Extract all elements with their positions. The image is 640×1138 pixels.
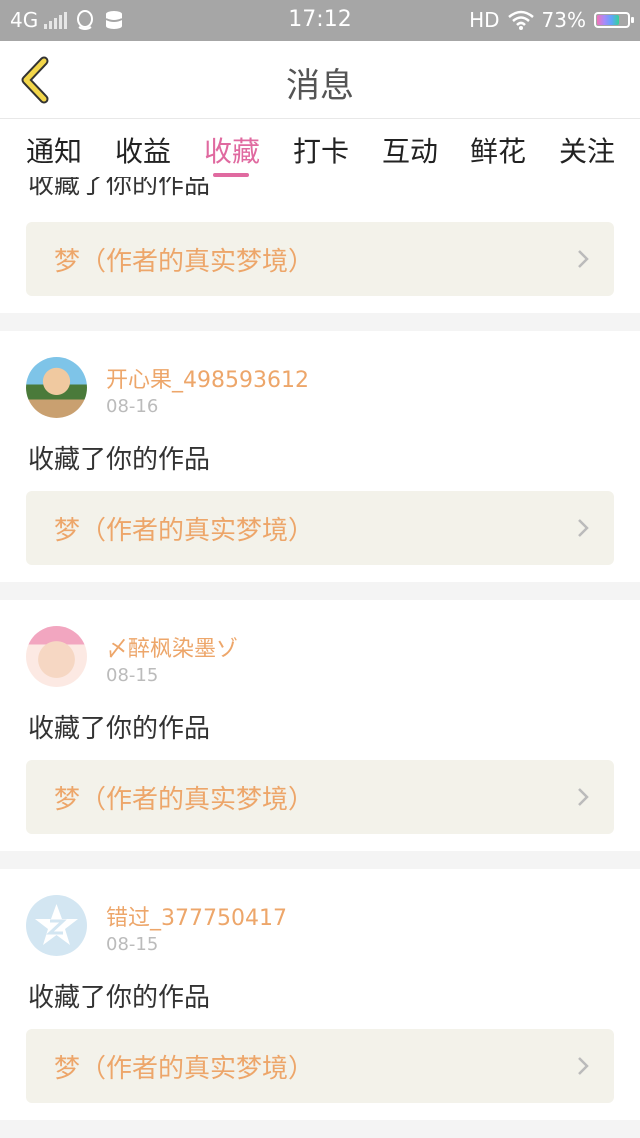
tab-bar: 通知 收益 收藏 打卡 互动 鲜花 关注 bbox=[0, 119, 640, 177]
card-message: 收藏了你的作品 bbox=[28, 983, 211, 1013]
message-card: 〆醉枫染墨ゾ 08-15 收藏了你的作品 梦（作者的真实梦境） bbox=[0, 600, 640, 851]
card-message: 收藏了你的作品 bbox=[28, 177, 211, 200]
user-avatar[interactable] bbox=[26, 357, 87, 418]
tab-flowers[interactable]: 鲜花 bbox=[470, 130, 526, 170]
tab-interactions[interactable]: 互动 bbox=[382, 130, 438, 170]
user-avatar[interactable] bbox=[26, 626, 87, 687]
work-title: 梦（作者的真实梦境） bbox=[54, 785, 315, 815]
battery-percent: 73% bbox=[541, 8, 586, 32]
chevron-right-icon bbox=[578, 1057, 589, 1075]
tab-earnings[interactable]: 收益 bbox=[115, 130, 171, 170]
wifi-icon bbox=[507, 10, 534, 30]
tab-following[interactable]: 关注 bbox=[559, 130, 615, 170]
timestamp: 08-16 bbox=[106, 396, 159, 417]
tab-favorites[interactable]: 收藏 bbox=[204, 130, 260, 170]
user-avatar[interactable] bbox=[26, 895, 87, 956]
default-avatar-star-icon bbox=[35, 904, 78, 945]
work-link[interactable]: 梦（作者的真实梦境） bbox=[26, 1029, 614, 1103]
username[interactable]: 错过_377750417 bbox=[106, 900, 287, 932]
tab-notifications[interactable]: 通知 bbox=[26, 130, 82, 170]
message-card: 开心果_498593612 08-16 收藏了你的作品 梦（作者的真实梦境） bbox=[0, 331, 640, 582]
work-title: 梦（作者的真实梦境） bbox=[54, 516, 315, 546]
status-bar: 4G 17:12 HD 73% bbox=[0, 0, 640, 41]
page-title: 消息 bbox=[286, 66, 354, 106]
status-right: HD 73% bbox=[469, 8, 634, 32]
message-card: 错过_377750417 08-15 收藏了你的作品 梦（作者的真实梦境） bbox=[0, 869, 640, 1120]
chevron-right-icon bbox=[578, 788, 589, 806]
work-title: 梦（作者的真实梦境） bbox=[54, 1054, 315, 1084]
tab-checkin[interactable]: 打卡 bbox=[293, 130, 349, 170]
chevron-right-icon bbox=[578, 519, 589, 537]
work-link[interactable]: 梦（作者的真实梦境） bbox=[26, 760, 614, 834]
timestamp: 08-15 bbox=[106, 665, 159, 686]
chevron-right-icon bbox=[578, 250, 589, 268]
card-message: 收藏了你的作品 bbox=[28, 714, 211, 744]
work-link[interactable]: 梦（作者的真实梦境） bbox=[26, 491, 614, 565]
timestamp: 08-15 bbox=[106, 934, 159, 955]
battery-icon bbox=[594, 12, 634, 28]
work-title: 梦（作者的真实梦境） bbox=[54, 247, 315, 277]
app-header: 消息 bbox=[0, 41, 640, 119]
message-card-partial: 收藏了你的作品 梦（作者的真实梦境） bbox=[0, 177, 640, 313]
work-link[interactable]: 梦（作者的真实梦境） bbox=[26, 222, 614, 296]
username[interactable]: 开心果_498593612 bbox=[106, 362, 309, 394]
hd-label: HD bbox=[469, 8, 500, 32]
username[interactable]: 〆醉枫染墨ゾ bbox=[106, 631, 238, 663]
card-message: 收藏了你的作品 bbox=[28, 445, 211, 475]
